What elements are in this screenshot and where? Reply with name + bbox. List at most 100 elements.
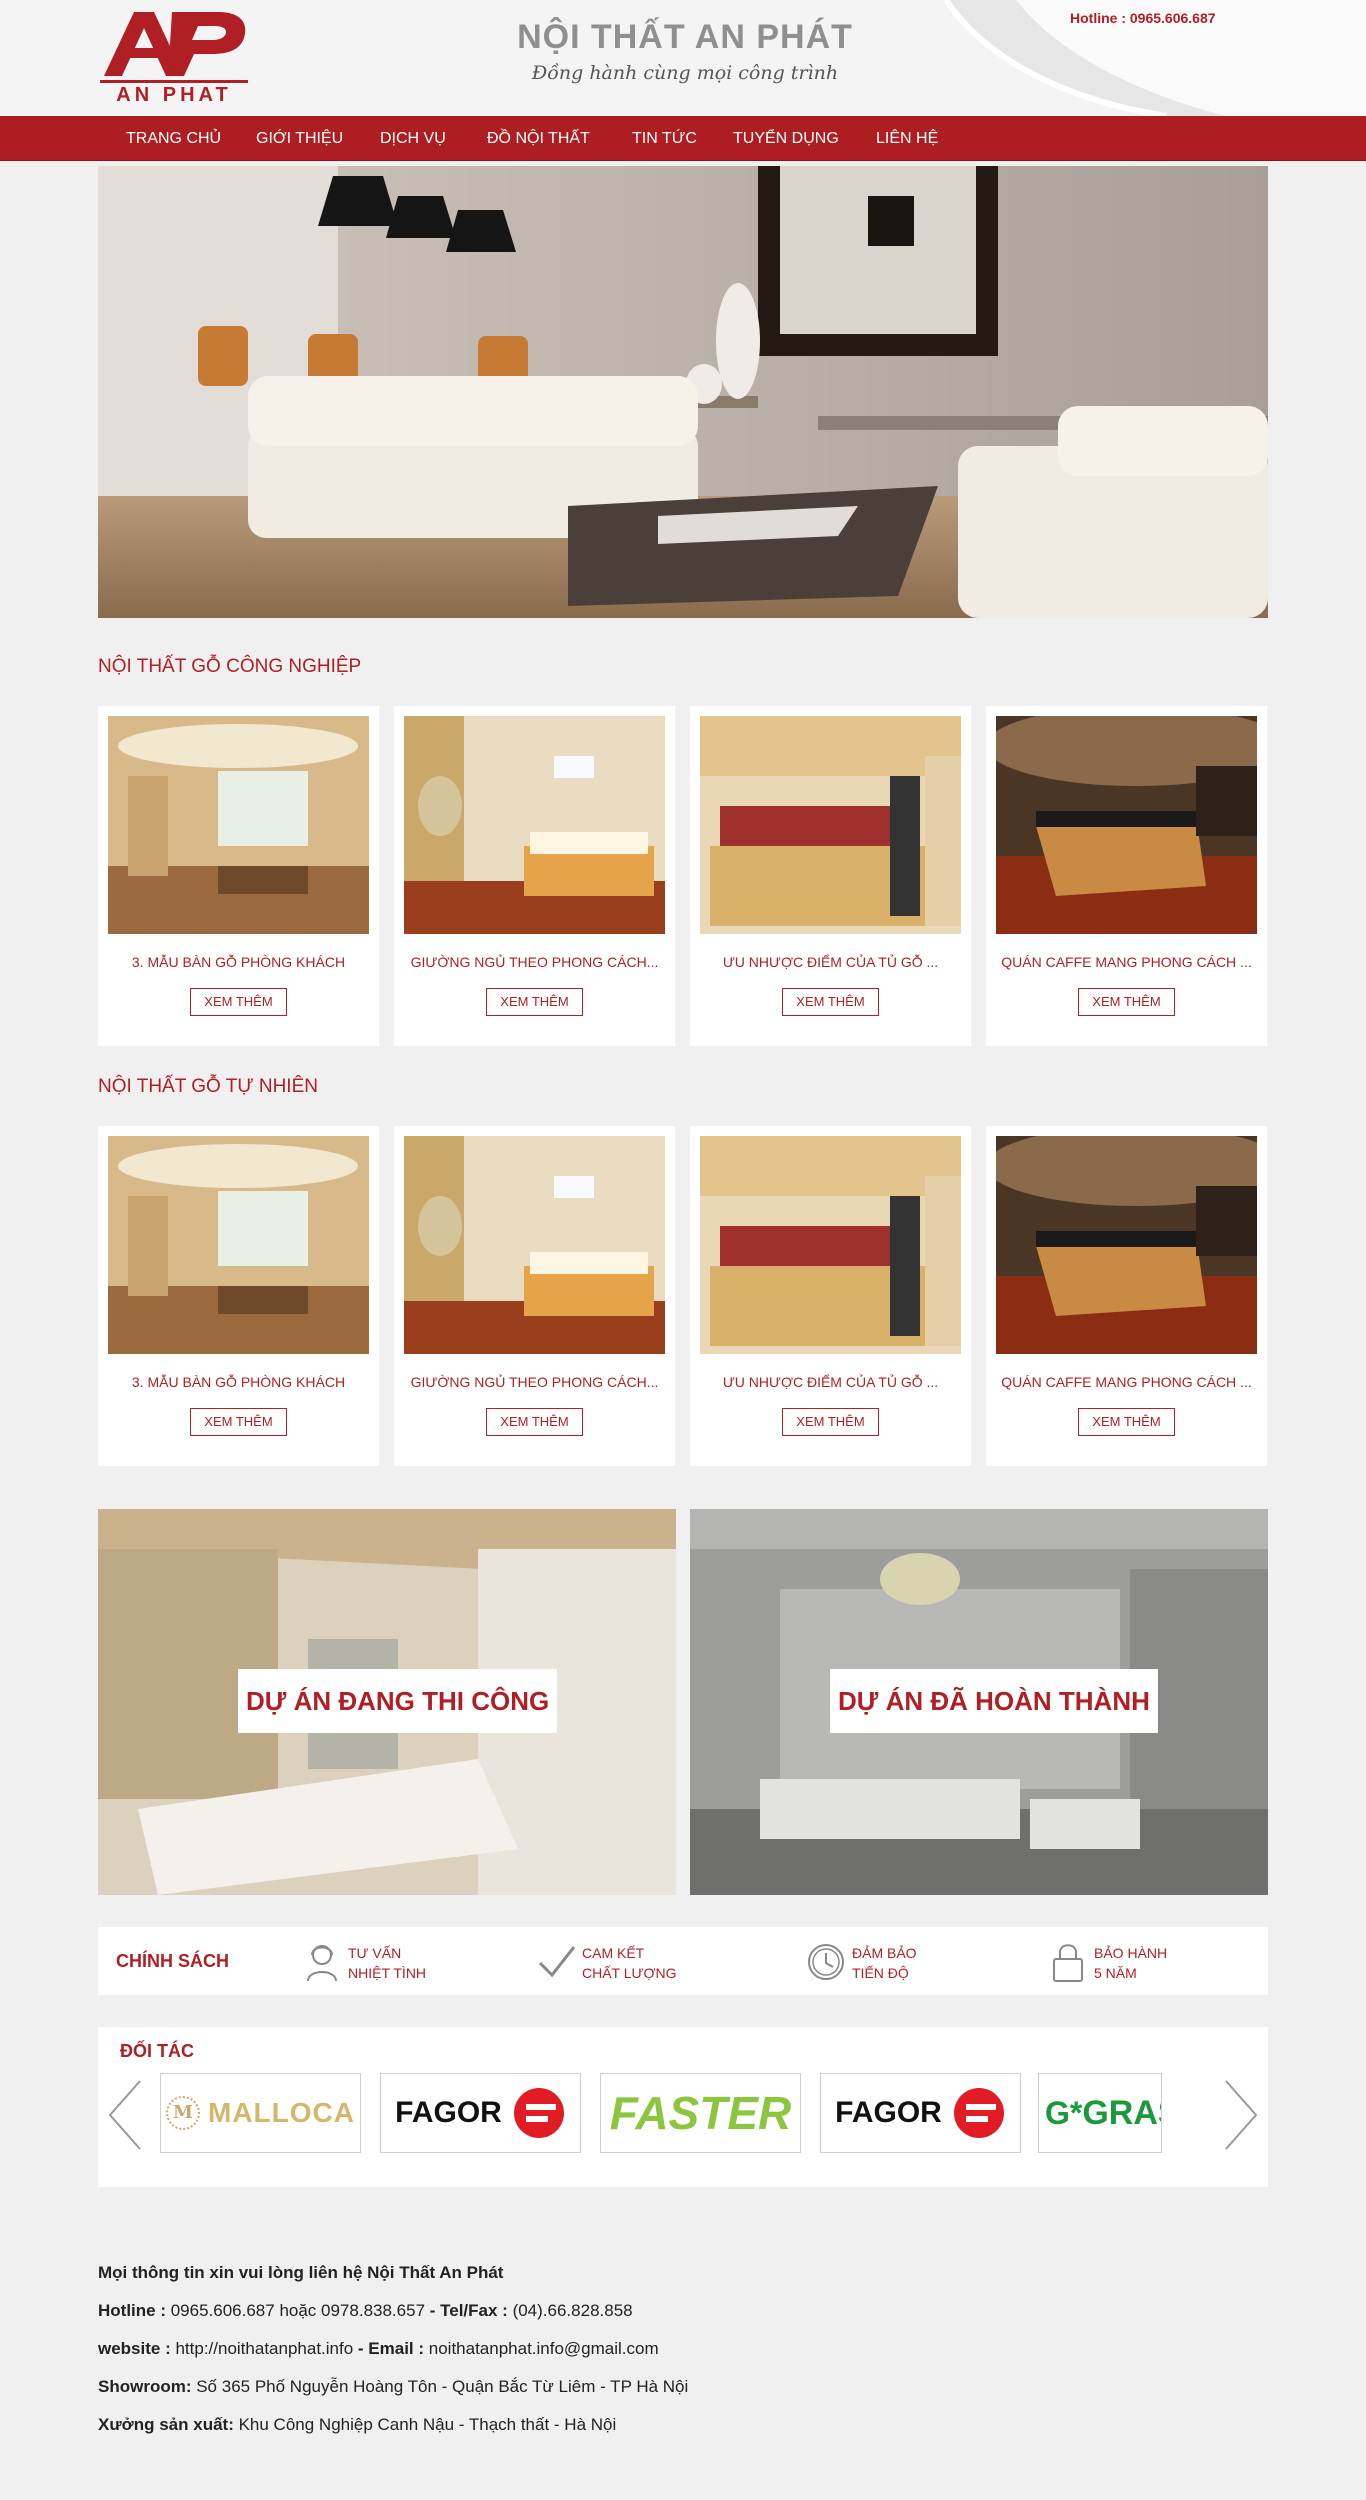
product-card[interactable]: ƯU NHƯỢC ĐIỂM CỦA TỦ GỖ ... XEM THÊM — [690, 1126, 971, 1466]
footer-showroom: Showroom: Số 365 Phố Nguyễn Hoàng Tôn - … — [98, 2368, 1268, 2406]
partner-logo-fagor[interactable]: FAGOR — [820, 2073, 1021, 2153]
partner-logo-malloca[interactable]: M MALLOCA — [160, 2073, 361, 2153]
checkmark-icon — [538, 1946, 576, 1978]
kitchen-image — [700, 1136, 961, 1354]
fax-value: (04).66.828.858 — [507, 2301, 633, 2320]
lock-icon — [1053, 1944, 1083, 1982]
view-more-button[interactable]: XEM THÊM — [782, 1408, 879, 1436]
nav-item-about[interactable]: GIỚI THIỆU — [256, 116, 343, 161]
product-thumbnail[interactable] — [108, 716, 369, 934]
product-card[interactable]: GIƯỜNG NGỦ THEO PHONG CÁCH... XEM THÊM — [394, 1126, 675, 1466]
site-footer: Mọi thông tin xin vui lòng liên hệ Nội T… — [98, 2254, 1268, 2444]
partner-name: FAGOR — [835, 2096, 942, 2129]
partner-logo-faster[interactable]: FASTER — [600, 2073, 801, 2153]
bedroom-image — [404, 716, 665, 934]
view-more-button[interactable]: XEM THÊM — [486, 988, 583, 1016]
bedroom-image — [404, 1136, 665, 1354]
email-link[interactable]: noithatanphat.info@gmail.com — [424, 2339, 659, 2358]
view-more-button[interactable]: XEM THÊM — [1078, 988, 1175, 1016]
product-title[interactable]: GIƯỜNG NGỦ THEO PHONG CÁCH... — [400, 1374, 669, 1390]
nav-item-careers[interactable]: TUYỂN DỤNG — [733, 116, 839, 161]
showroom-label: Showroom: — [98, 2377, 192, 2396]
hero-banner[interactable] — [98, 166, 1268, 618]
project-ongoing-label[interactable]: DỰ ÁN ĐANG THI CÔNG — [238, 1669, 558, 1733]
nav-item-home[interactable]: TRANG CHỦ — [126, 116, 221, 161]
product-thumbnail[interactable] — [996, 1136, 1257, 1354]
partner-logo-fagor[interactable]: FAGOR — [380, 2073, 581, 2153]
brand-title: NỘI THẤT AN PHÁT — [517, 18, 853, 56]
product-thumbnail[interactable] — [700, 716, 961, 934]
hotline-value: 0965.606.687 hoặc 0978.838.657 — [166, 2301, 430, 2320]
nav-item-services[interactable]: DỊCH VỤ — [380, 116, 446, 161]
product-card[interactable]: GIƯỜNG NGỦ THEO PHONG CÁCH... XEM THÊM — [394, 706, 675, 1046]
product-card[interactable]: ƯU NHƯỢC ĐIỂM CỦA TỦ GỖ ... XEM THÊM — [690, 706, 971, 1046]
product-card[interactable]: 3. MẪU BÀN GỖ PHÒNG KHÁCH XEM THÊM — [98, 1126, 379, 1466]
factory-label: Xưởng sản xuất: — [98, 2415, 234, 2434]
product-title[interactable]: QUÁN CAFFE MANG PHONG CÁCH ... — [992, 954, 1261, 970]
project-completed-label[interactable]: DỰ ÁN ĐÃ HOÀN THÀNH — [830, 1669, 1158, 1733]
website-link[interactable]: http://noithatanphat.info — [171, 2339, 358, 2358]
main-nav: TRANG CHỦ GIỚI THIỆU DỊCH VỤ ĐỒ NỘI THẤT… — [0, 116, 1366, 161]
next-arrow-icon[interactable] — [1220, 2079, 1260, 2151]
header-hotline[interactable]: Hotline : 0965.606.687 — [1070, 10, 1216, 26]
footer-hotline: Hotline : 0965.606.687 hoặc 0978.838.657… — [98, 2292, 1268, 2330]
site-header: AN PHAT NỘI THẤT AN PHÁT Đồng hành cùng … — [0, 0, 1366, 116]
product-card[interactable]: QUÁN CAFFE MANG PHONG CÁCH ... XEM THÊM — [986, 1126, 1267, 1466]
project-ongoing-banner[interactable]: DỰ ÁN ĐANG THI CÔNG — [98, 1509, 676, 1895]
fagor-mark-icon — [513, 2088, 564, 2138]
product-title[interactable]: QUÁN CAFFE MANG PHONG CÁCH ... — [992, 1374, 1261, 1390]
partners-section: ĐỐI TÁC M MALLOCA FAGOR FASTER FAGOR G* … — [98, 2027, 1268, 2187]
footer-intro: Mọi thông tin xin vui lòng liên hệ Nội T… — [98, 2263, 504, 2282]
email-label: - Email : — [357, 2339, 425, 2358]
partner-name: FAGOR — [395, 2096, 502, 2129]
product-thumbnail[interactable] — [404, 716, 665, 934]
policy-text: TƯ VẤN NHIỆT TÌNH — [348, 1945, 427, 1981]
product-title[interactable]: GIƯỜNG NGỦ THEO PHONG CÁCH... — [400, 954, 669, 970]
policy-bar: CHÍNH SÁCH TƯ VẤN NHIỆT TÌNH CAM KẾT CHẤT … — [98, 1927, 1268, 1995]
section-title-natural-wood: NỘI THẤT GỖ TỰ NHIÊN — [98, 1076, 318, 1097]
view-more-button[interactable]: XEM THÊM — [782, 988, 879, 1016]
brand-slogan: Đồng hành cùng mọi công trình — [531, 62, 839, 84]
logo-divider — [100, 80, 248, 83]
ap-logo-mark — [104, 12, 246, 76]
project-completed-banner[interactable]: DỰ ÁN ĐÃ HOÀN THÀNH — [690, 1509, 1268, 1895]
grass-mark-icon: G* — [1045, 2094, 1083, 2131]
site-logo[interactable]: AN PHAT — [98, 6, 250, 106]
logo-text: AN PHAT — [116, 84, 232, 106]
hotline-label: Hotline : — [98, 2301, 166, 2320]
fax-label: - Tel/Fax : — [429, 2301, 508, 2320]
factory-address: Khu Công Nghiệp Canh Nậu - Thạch thất - … — [233, 2415, 617, 2434]
product-title[interactable]: 3. MẪU BÀN GỖ PHÒNG KHÁCH — [104, 1374, 373, 1390]
product-title[interactable]: 3. MẪU BÀN GỖ PHÒNG KHÁCH — [104, 954, 373, 970]
product-card[interactable]: QUÁN CAFFE MANG PHONG CÁCH ... XEM THÊM — [986, 706, 1267, 1046]
showroom-address: Số 365 Phố Nguyễn Hoàng Tôn - Quận Bắc T… — [191, 2377, 689, 2396]
view-more-button[interactable]: XEM THÊM — [486, 1408, 583, 1436]
view-more-button[interactable]: XEM THÊM — [190, 988, 287, 1016]
fagor-mark-icon — [953, 2088, 1004, 2138]
partner-name: MALLOCA — [208, 2097, 355, 2128]
living-room-image — [108, 1136, 369, 1354]
prev-arrow-icon[interactable] — [106, 2079, 146, 2151]
footer-factory: Xưởng sản xuất: Khu Công Nghiệp Canh Nậu… — [98, 2406, 1268, 2444]
product-title[interactable]: ƯU NHƯỢC ĐIỂM CỦA TỦ GỖ ... — [696, 954, 965, 970]
product-thumbnail[interactable] — [700, 1136, 961, 1354]
product-thumbnail[interactable] — [108, 1136, 369, 1354]
partner-name: GRASS — [1082, 2093, 1161, 2132]
view-more-button[interactable]: XEM THÊM — [1078, 1408, 1175, 1436]
website-label: website : — [98, 2339, 171, 2358]
nav-item-contact[interactable]: LIÊN HỆ — [876, 116, 938, 161]
section-title-industrial-wood: NỘI THẤT GỖ CÔNG NGHIỆP — [98, 656, 362, 677]
policy-text: BẢO HÀNH 5 NĂM — [1094, 1945, 1168, 1981]
product-thumbnail[interactable] — [404, 1136, 665, 1354]
consultant-icon — [307, 1945, 337, 1982]
product-card[interactable]: 3. MẪU BÀN GỖ PHÒNG KHÁCH XEM THÊM — [98, 706, 379, 1046]
view-more-button[interactable]: XEM THÊM — [190, 1408, 287, 1436]
product-title[interactable]: ƯU NHƯỢC ĐIỂM CỦA TỦ GỖ ... — [696, 1374, 965, 1390]
nav-item-news[interactable]: TIN TỨC — [632, 116, 697, 161]
product-thumbnail[interactable] — [996, 716, 1257, 934]
partner-name: FASTER — [609, 2087, 792, 2139]
policy-text: CAM KẾT CHẤT LƯỢNG — [582, 1945, 677, 1981]
policy-text: ĐẢM BẢO TIẾN ĐỘ — [852, 1945, 917, 1981]
partner-logo-grass[interactable]: G* GRASS — [1038, 2073, 1162, 2153]
nav-item-furniture[interactable]: ĐỒ NỘI THẤT — [487, 116, 590, 161]
